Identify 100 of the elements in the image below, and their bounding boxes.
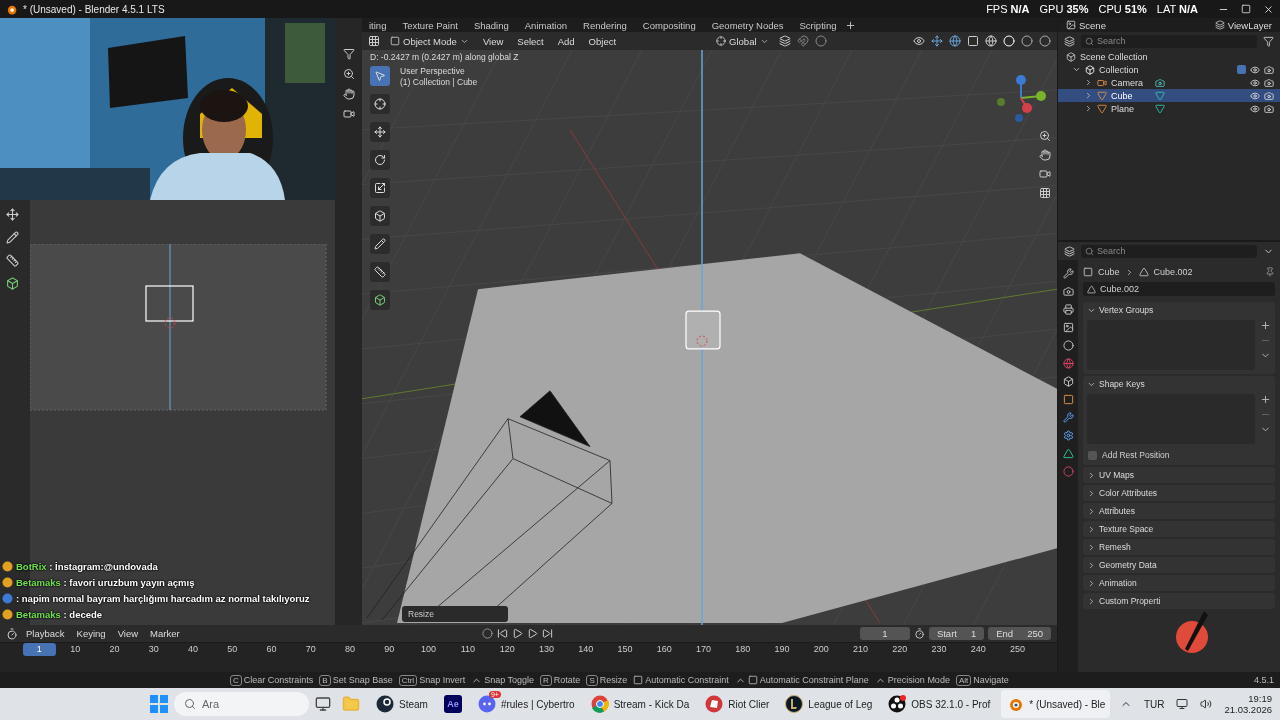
- view-layer-selector[interactable]: ViewLayer: [1210, 18, 1276, 32]
- outliner-row[interactable]: Collection: [1058, 63, 1280, 76]
- pin-icon[interactable]: [1265, 267, 1275, 277]
- camera-icon[interactable]: [1264, 77, 1274, 88]
- panel-header[interactable]: Color Attributes: [1083, 485, 1275, 501]
- annotate-icon[interactable]: [6, 231, 19, 244]
- play-icon[interactable]: [526, 628, 538, 639]
- mode-dropdown[interactable]: Object Mode: [386, 34, 473, 48]
- expand-icon[interactable]: [1072, 65, 1081, 74]
- zoom-icon[interactable]: [342, 68, 355, 80]
- camera-icon[interactable]: [1264, 64, 1274, 75]
- timer-icon[interactable]: [913, 628, 925, 639]
- world-tab-icon[interactable]: [1062, 358, 1074, 369]
- move-icon[interactable]: [6, 208, 19, 221]
- end-frame-field[interactable]: End 250: [988, 627, 1051, 640]
- panel-header[interactable]: Shape Keys: [1083, 376, 1275, 392]
- pan-icon[interactable]: [342, 88, 355, 100]
- proportional-edit-icon[interactable]: [814, 35, 827, 47]
- material-shading-icon[interactable]: [1021, 35, 1033, 47]
- overlay-icon[interactable]: [949, 35, 961, 47]
- eye-icon[interactable]: [1250, 77, 1260, 88]
- cursor-tool[interactable]: [370, 94, 390, 114]
- scene-selector[interactable]: Scene: [1062, 18, 1110, 32]
- select-tool[interactable]: [370, 66, 390, 86]
- move-tool[interactable]: [370, 122, 390, 142]
- workspace-tab[interactable]: Compositing: [635, 19, 703, 31]
- object-tab-icon[interactable]: [1062, 394, 1074, 405]
- eye-icon[interactable]: [1250, 103, 1260, 114]
- pan-icon[interactable]: [1039, 149, 1051, 161]
- tool-tab-icon[interactable]: [1062, 268, 1074, 279]
- menu-item[interactable]: Add: [553, 35, 579, 47]
- taskbar-app[interactable]: Stream - Kick Da: [585, 690, 695, 718]
- menu-item[interactable]: Select: [513, 35, 548, 47]
- menu-item[interactable]: View: [113, 628, 143, 639]
- camera-icon[interactable]: [1264, 90, 1274, 101]
- workspace-tab[interactable]: Geometry Nodes: [704, 19, 791, 31]
- search-field[interactable]: Search: [1081, 34, 1257, 48]
- language-indicator[interactable]: TUR: [1143, 698, 1165, 710]
- add-cube-tool[interactable]: [370, 290, 390, 310]
- gizmo-toggle-icon[interactable]: [931, 35, 943, 47]
- add-workspace-icon[interactable]: [845, 19, 857, 31]
- camera-view-icon[interactable]: [342, 108, 355, 120]
- camera-icon[interactable]: [1264, 103, 1274, 114]
- pivot-icon[interactable]: [778, 35, 791, 47]
- taskbar-app[interactable]: * (Unsaved) - Ble: [1001, 690, 1111, 718]
- workspace-tab[interactable]: Scripting: [792, 19, 844, 31]
- 3d-viewport[interactable]: D: -0.2427 m (0.2427 m) along global Z User Perspective (1) Collection | Cube Resize: [362, 50, 1057, 625]
- checkbox[interactable]: [1088, 450, 1097, 460]
- panel-header[interactable]: Texture Space: [1083, 521, 1275, 537]
- solid-shading-icon[interactable]: [1003, 35, 1015, 47]
- current-frame-field[interactable]: 1: [859, 627, 910, 640]
- menu-item[interactable]: Marker: [146, 628, 184, 639]
- panel-header[interactable]: UV Maps: [1083, 467, 1275, 483]
- last-operator-panel[interactable]: Resize: [402, 606, 508, 622]
- scale-tool[interactable]: [370, 178, 390, 198]
- zoom-icon[interactable]: [1039, 130, 1051, 142]
- start-frame-field[interactable]: Start 1: [928, 627, 985, 640]
- taskbar-app[interactable]: Riot Clier: [700, 690, 775, 718]
- taskbar-app[interactable]: Ae: [438, 690, 467, 718]
- transform-tool[interactable]: [370, 206, 390, 226]
- volume-icon[interactable]: [1200, 698, 1213, 710]
- xray-icon[interactable]: [967, 35, 979, 47]
- eye-icon[interactable]: [1250, 64, 1260, 75]
- keyframe-icon[interactable]: [481, 628, 493, 639]
- checkbox[interactable]: [1237, 65, 1246, 74]
- view-layer-tab-icon[interactable]: [1062, 322, 1074, 333]
- menu-item[interactable]: Keying: [72, 628, 110, 639]
- taskbar-app[interactable]: League of Leg: [780, 690, 878, 718]
- filter-icon[interactable]: [1263, 35, 1274, 47]
- outliner-row[interactable]: Cube: [1058, 89, 1280, 102]
- add-icon[interactable]: [1260, 320, 1271, 331]
- menu-item[interactable]: View: [478, 35, 508, 47]
- start-icon[interactable]: [150, 695, 168, 713]
- outliner-row[interactable]: Camera: [1058, 76, 1280, 89]
- editor-type-icon[interactable]: [6, 627, 18, 640]
- panel-header[interactable]: Attributes: [1083, 503, 1275, 519]
- editor-type-icon[interactable]: [368, 35, 380, 47]
- search-field[interactable]: Search: [1081, 244, 1257, 258]
- clock[interactable]: 19:19 21.03.2026: [1224, 693, 1272, 715]
- workspace-tab[interactable]: Shading: [466, 19, 516, 31]
- close-icon[interactable]: [1263, 3, 1274, 15]
- jump-end-icon[interactable]: [541, 628, 553, 639]
- filter-icon[interactable]: [342, 48, 355, 60]
- play-reverse-icon[interactable]: [511, 628, 523, 639]
- material-tab-icon[interactable]: [1062, 466, 1074, 477]
- eye-icon[interactable]: [1250, 90, 1260, 101]
- rendered-shading-icon[interactable]: [1039, 35, 1051, 47]
- add-icon[interactable]: [1260, 394, 1271, 405]
- measure-tool[interactable]: [370, 262, 390, 282]
- orientation-dropdown[interactable]: Global: [712, 34, 773, 48]
- rotate-tool[interactable]: [370, 150, 390, 170]
- display-mode-icon[interactable]: [1064, 35, 1075, 47]
- workspace-tab[interactable]: Rendering: [576, 19, 634, 31]
- editor-type-icon[interactable]: [1064, 245, 1075, 257]
- maximize-icon[interactable]: [1241, 3, 1251, 14]
- annotate-tool[interactable]: [370, 234, 390, 254]
- modifier-tab-icon[interactable]: [1062, 412, 1074, 423]
- outliner-row[interactable]: Plane: [1058, 102, 1280, 115]
- workspace-tab[interactable]: Animation: [517, 19, 574, 31]
- taskbar-search[interactable]: Ara: [174, 692, 309, 716]
